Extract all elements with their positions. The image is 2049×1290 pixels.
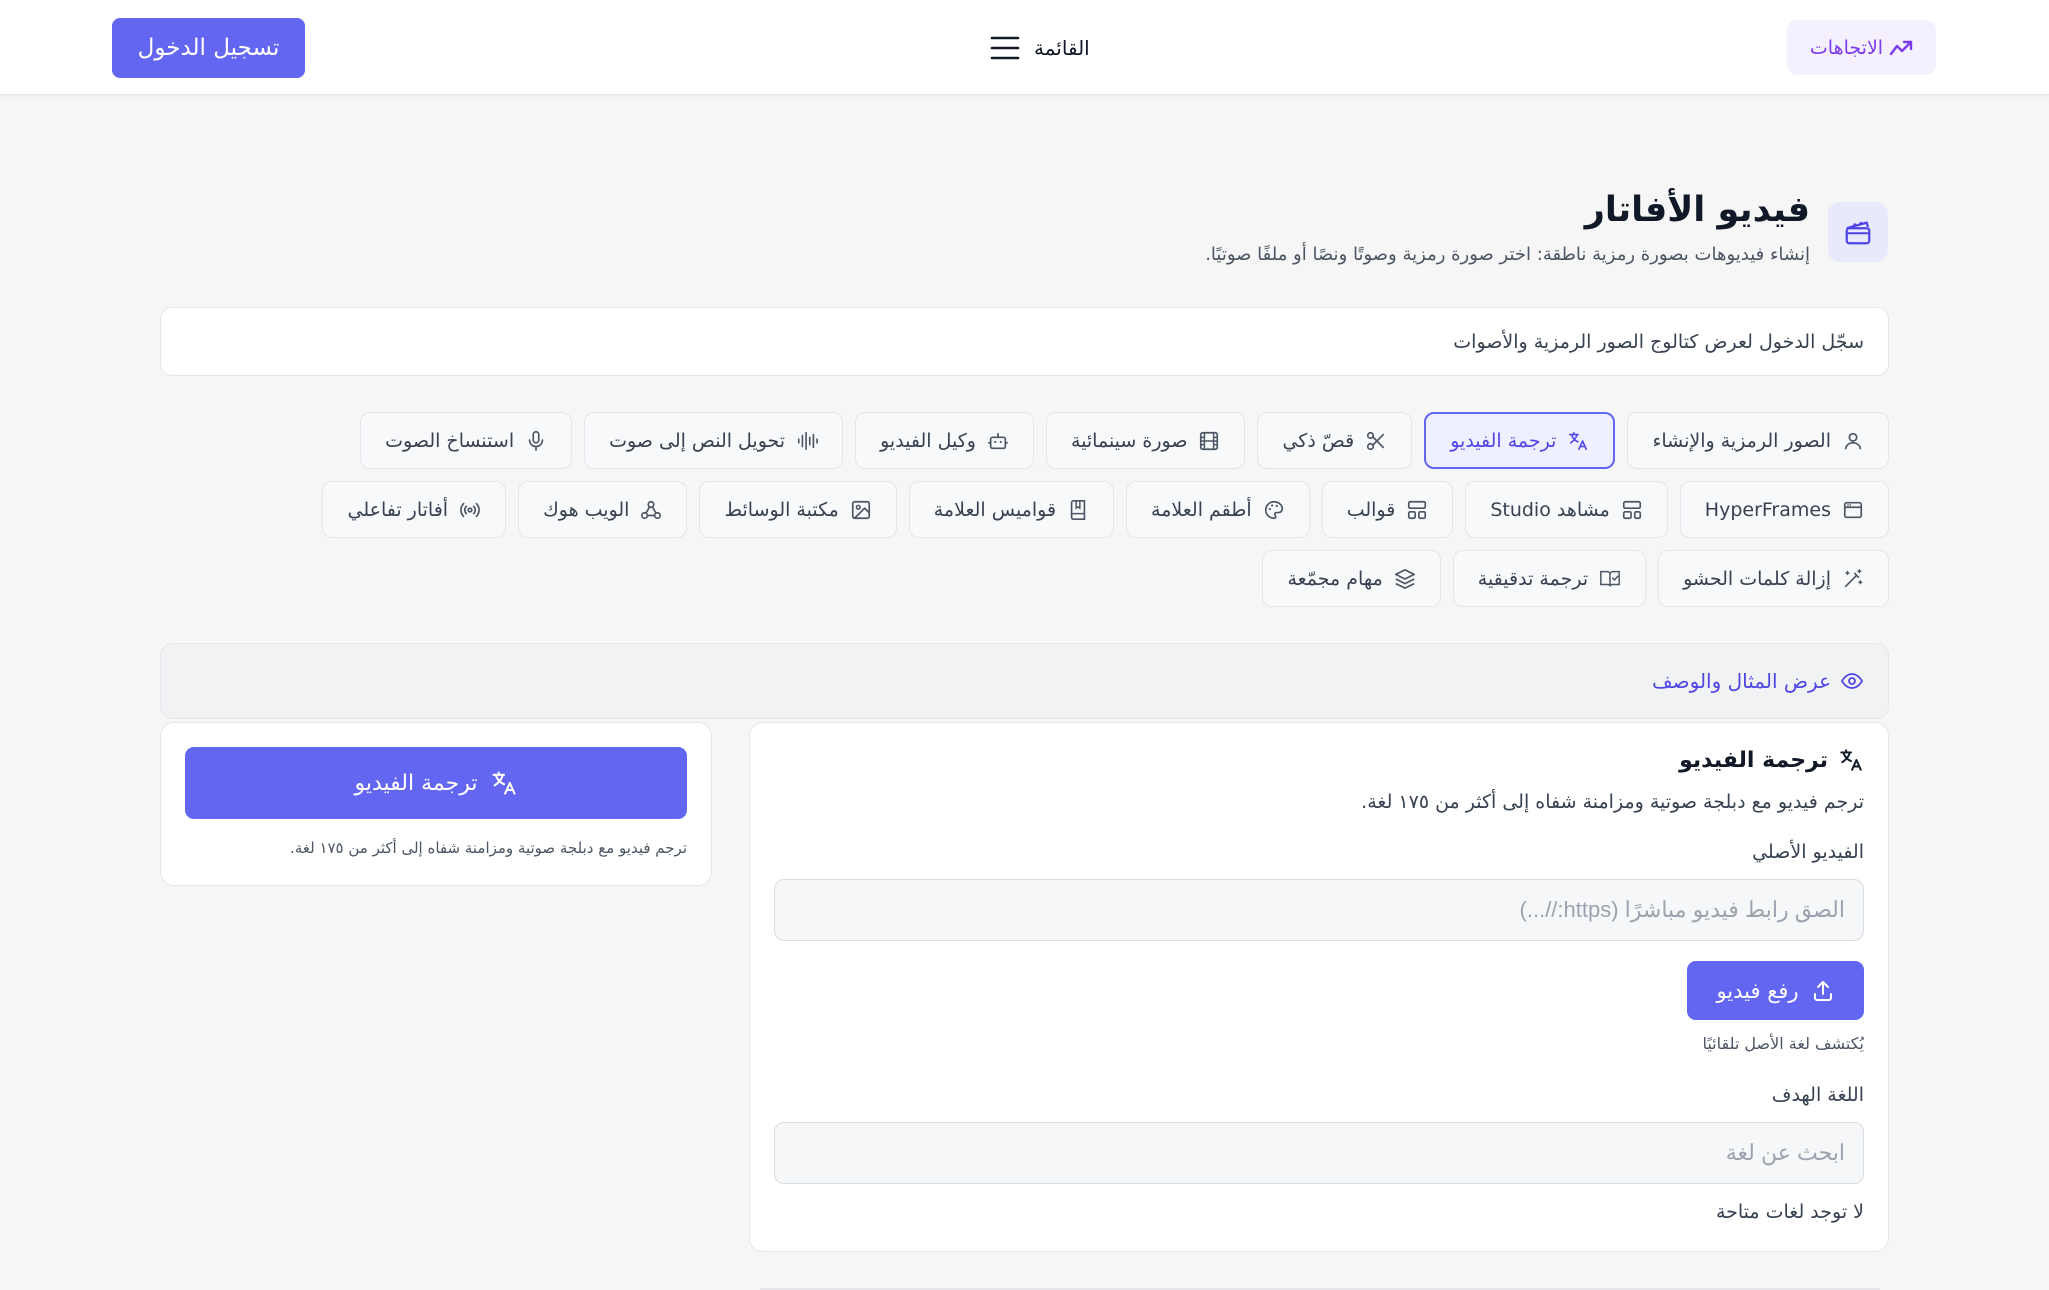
login-button[interactable]: تسجيل الدخول bbox=[112, 18, 305, 78]
tool-proofread-translation[interactable]: ترجمة تدقيقية bbox=[1452, 550, 1647, 607]
trending-icon bbox=[1889, 38, 1913, 58]
tool-filler-removal[interactable]: إزالة كلمات الحشو bbox=[1658, 550, 1889, 607]
translate-video-button-label: ترجمة الفيديو bbox=[354, 770, 478, 796]
tool-label: تحويل النص إلى صوت bbox=[609, 429, 786, 452]
broadcast-icon bbox=[459, 499, 481, 521]
tool-label: إزالة كلمات الحشو bbox=[1683, 567, 1831, 590]
page-subtitle: إنشاء فيديوهات بصورة رمزية ناطقة: اختر ص… bbox=[1205, 244, 1810, 265]
tool-label: ترجمة الفيديو bbox=[1450, 429, 1557, 452]
clapperboard-icon bbox=[1828, 202, 1888, 262]
menu-button[interactable]: القائمة bbox=[990, 26, 1090, 70]
tool-text-to-speech[interactable]: تحويل النص إلى صوت bbox=[584, 412, 844, 469]
microphone-icon bbox=[525, 430, 547, 452]
form-title-text: ترجمة الفيديو bbox=[1679, 747, 1828, 773]
tool-video-translate[interactable]: ترجمة الفيديو bbox=[1424, 412, 1616, 469]
tool-label: HyperFrames bbox=[1704, 498, 1831, 521]
tool-voice-clone[interactable]: استنساخ الصوت bbox=[360, 412, 573, 469]
page-title: فيديو الأفاتار bbox=[1584, 190, 1810, 230]
tool-label: الويب هوك bbox=[543, 498, 630, 521]
tools-row-2: HyperFrames مشاهد Studio قوالب أطقم العل… bbox=[322, 481, 1889, 538]
tool-label: صورة سينمائية bbox=[1070, 429, 1188, 452]
upload-video-label: رفع فيديو bbox=[1716, 978, 1799, 1003]
eye-icon bbox=[1840, 669, 1864, 693]
scissors-icon bbox=[1365, 430, 1387, 452]
layers-icon bbox=[1394, 568, 1416, 590]
action-card-note: ترجم فيديو مع دبلجة صوتية ومزامنة شفاه إ… bbox=[290, 839, 687, 857]
tool-label: قصّ ذكي bbox=[1282, 429, 1355, 452]
upload-icon bbox=[1811, 979, 1835, 1003]
book-check-icon bbox=[1599, 568, 1621, 590]
target-language-label: اللغة الهدف bbox=[1771, 1084, 1864, 1106]
login-notice-text: سجّل الدخول لعرض كتالوج الصور الرمزية وا… bbox=[1453, 330, 1864, 353]
tool-label: مكتبة الوسائط bbox=[724, 498, 839, 521]
login-notice: سجّل الدخول لعرض كتالوج الصور الرمزية وا… bbox=[160, 307, 1889, 376]
action-card: ترجمة الفيديو ترجم فيديو مع دبلجة صوتية … bbox=[160, 722, 712, 886]
tool-video-agent[interactable]: وكيل الفيديو bbox=[855, 412, 1034, 469]
no-languages-text: لا توجد لغات متاحة bbox=[1715, 1201, 1864, 1223]
example-bar: عرض المثال والوصف bbox=[160, 643, 1889, 719]
show-example-button[interactable]: عرض المثال والوصف bbox=[1652, 669, 1864, 693]
translate-form-card: ترجمة الفيديو ترجم فيديو مع دبلجة صوتية … bbox=[749, 722, 1889, 1252]
browser-window-icon bbox=[1842, 499, 1864, 521]
tool-templates[interactable]: قوالب bbox=[1321, 481, 1454, 538]
trends-button[interactable]: الاتجاهات bbox=[1787, 20, 1936, 75]
audio-wave-icon bbox=[796, 430, 819, 452]
show-example-label: عرض المثال والوصف bbox=[1651, 669, 1831, 693]
tools-row-1: الصور الرمزية والإنشاء ترجمة الفيديو قصّ… bbox=[360, 412, 1889, 469]
tool-smart-cut[interactable]: قصّ ذكي bbox=[1257, 412, 1413, 469]
tool-avatars[interactable]: الصور الرمزية والإنشاء bbox=[1627, 412, 1889, 469]
upload-video-button[interactable]: رفع فيديو bbox=[1687, 961, 1864, 1020]
translate-icon bbox=[1567, 430, 1589, 452]
book-icon bbox=[1067, 499, 1089, 521]
tool-label: قواميس العلامة bbox=[933, 498, 1057, 521]
tool-interactive-avatar[interactable]: أفاتار تفاعلي bbox=[322, 481, 507, 538]
tool-label: قوالب bbox=[1346, 498, 1396, 521]
translate-video-button[interactable]: ترجمة الفيديو bbox=[185, 747, 687, 819]
tool-batch-jobs[interactable]: مهام مجمّعة bbox=[1262, 550, 1441, 607]
tool-hyperframes[interactable]: HyperFrames bbox=[1679, 481, 1889, 538]
source-video-url-input[interactable] bbox=[774, 879, 1864, 941]
menu-label: القائمة bbox=[1034, 36, 1090, 60]
translate-icon bbox=[490, 769, 518, 797]
top-bar: تسجيل الدخول القائمة الاتجاهات bbox=[0, 0, 2049, 95]
tool-media-library[interactable]: مكتبة الوسائط bbox=[699, 481, 897, 538]
tool-brand-glossaries[interactable]: قواميس العلامة bbox=[908, 481, 1115, 538]
tool-label: أطقم العلامة bbox=[1151, 498, 1252, 521]
form-title: ترجمة الفيديو bbox=[1679, 747, 1864, 773]
form-description: ترجم فيديو مع دبلجة صوتية ومزامنة شفاه إ… bbox=[1361, 791, 1864, 813]
film-icon bbox=[1198, 430, 1220, 452]
tool-label: الصور الرمزية والإنشاء bbox=[1652, 429, 1831, 452]
webhook-icon bbox=[640, 499, 662, 521]
palette-icon bbox=[1263, 499, 1285, 521]
auto-detect-hint: يُكتشف لغة الأصل تلقائيًا bbox=[1702, 1034, 1864, 1053]
translate-icon bbox=[1838, 747, 1864, 773]
tool-brand-kits[interactable]: أطقم العلامة bbox=[1126, 481, 1310, 538]
user-icon bbox=[1842, 430, 1864, 452]
image-icon bbox=[850, 499, 872, 521]
trends-label: الاتجاهات bbox=[1809, 36, 1884, 59]
tool-cinematic-image[interactable]: صورة سينمائية bbox=[1045, 412, 1246, 469]
tool-label: ترجمة تدقيقية bbox=[1477, 567, 1589, 590]
tool-label: مشاهد Studio bbox=[1490, 498, 1610, 521]
tool-webhooks[interactable]: الويب هوك bbox=[518, 481, 688, 538]
tools-row-3: إزالة كلمات الحشو ترجمة تدقيقية مهام مجم… bbox=[1262, 550, 1889, 607]
tool-label: أفاتار تفاعلي bbox=[347, 498, 449, 521]
tool-label: وكيل الفيديو bbox=[880, 429, 976, 452]
template-icon bbox=[1406, 499, 1428, 521]
tool-label: استنساخ الصوت bbox=[385, 429, 515, 452]
language-search-input[interactable] bbox=[774, 1122, 1864, 1184]
tool-studio-scenes[interactable]: مشاهد Studio bbox=[1465, 481, 1668, 538]
robot-icon bbox=[987, 430, 1009, 452]
hamburger-icon bbox=[990, 35, 1020, 61]
source-video-label: الفيديو الأصلي bbox=[1752, 841, 1864, 863]
layout-icon bbox=[1621, 499, 1643, 521]
tool-label: مهام مجمّعة bbox=[1287, 567, 1383, 590]
magic-wand-icon bbox=[1842, 568, 1864, 590]
